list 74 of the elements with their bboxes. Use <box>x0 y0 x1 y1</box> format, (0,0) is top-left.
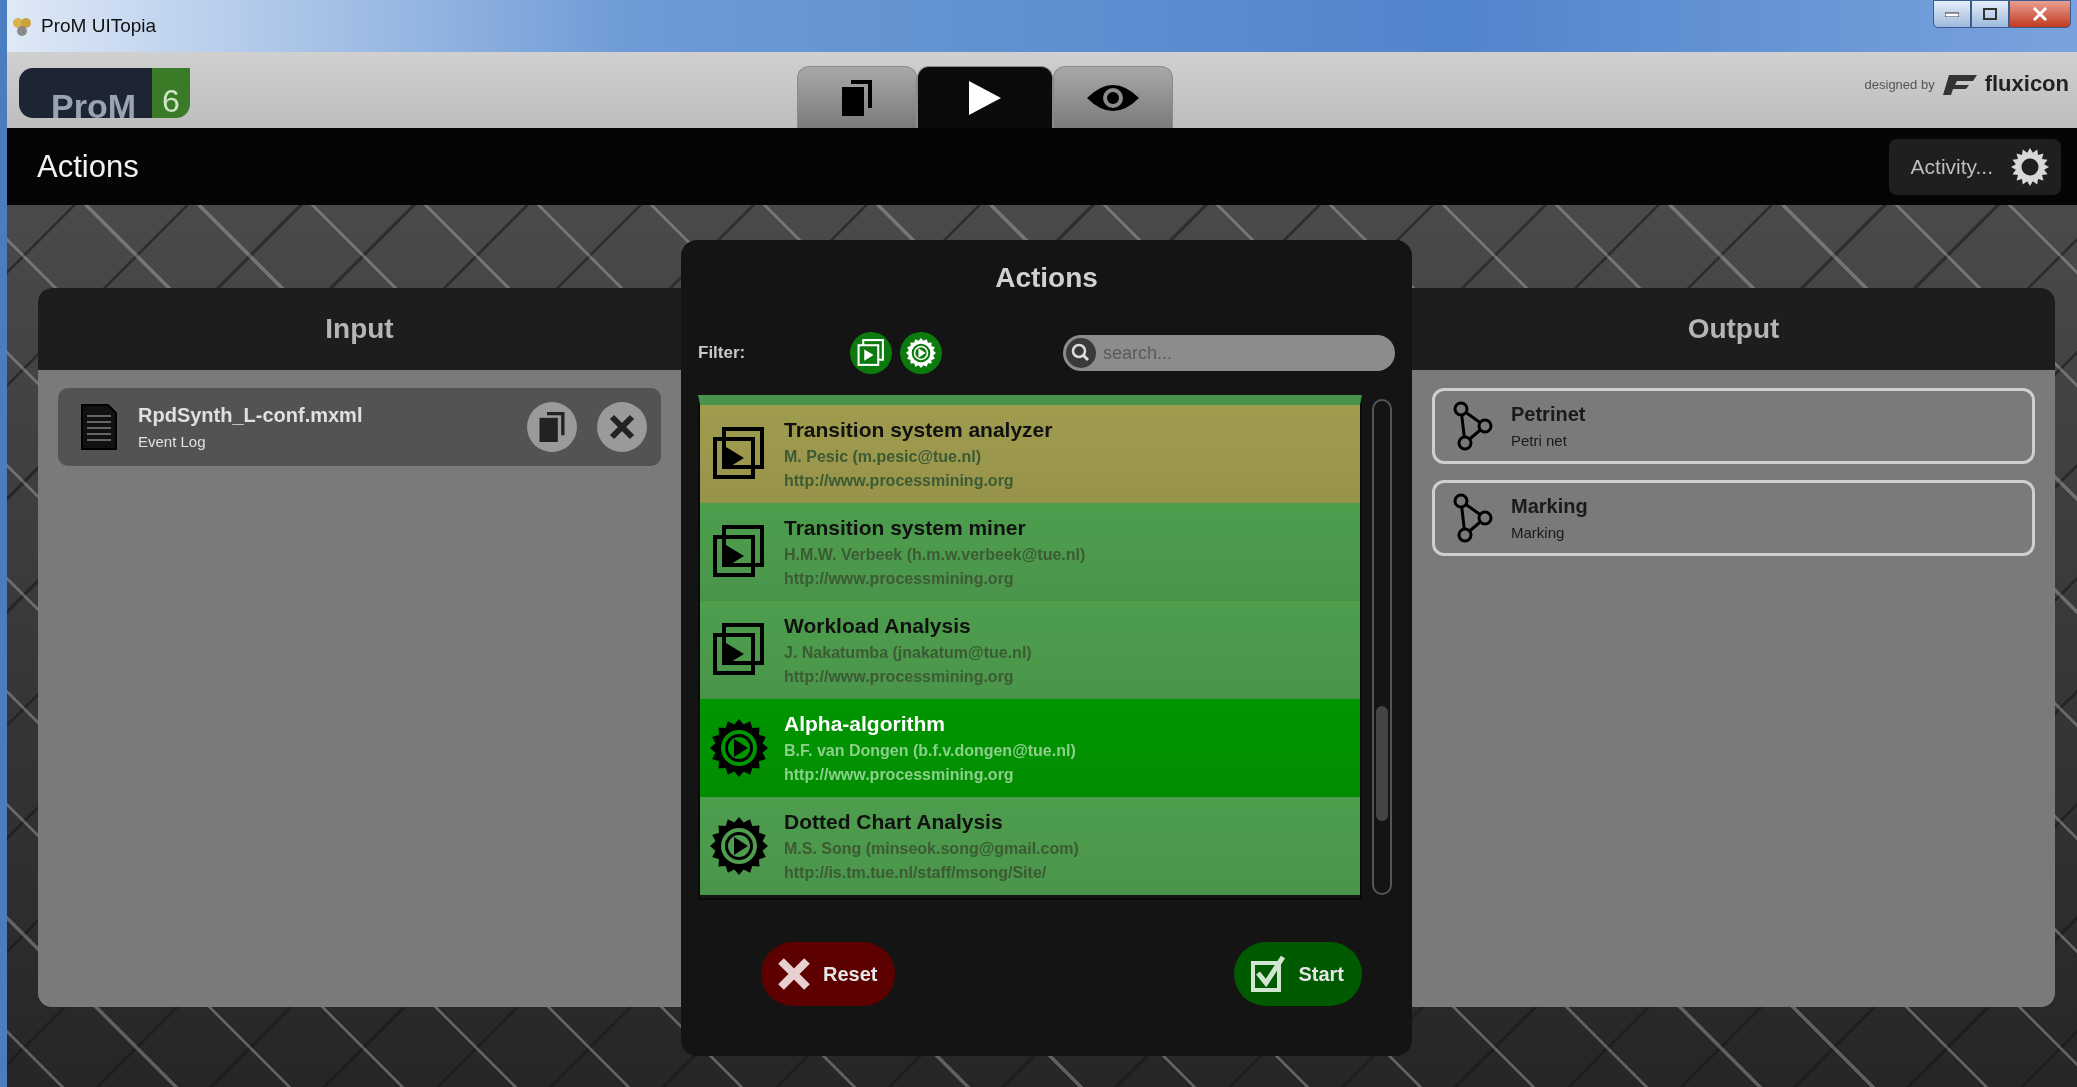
action-author: B.F. van Dongen (b.f.v.dongen@tue.nl) <box>784 741 1076 760</box>
action-row[interactable]: Transition system analyzer M. Pesic (m.pesic@tue.nl) http://www.processmining.org <box>700 405 1360 503</box>
logo-name: ProM <box>19 68 152 118</box>
item-name: RpdSynth_L-conf.mxml <box>138 404 364 427</box>
close-button[interactable] <box>2009 0 2071 28</box>
close-icon <box>609 414 635 440</box>
view-tab[interactable] <box>1052 66 1173 128</box>
start-button[interactable]: Start <box>1234 942 1362 1006</box>
scroll-thumb[interactable] <box>1376 706 1388 821</box>
action-url: http://www.processmining.org <box>784 471 1015 490</box>
item-type: Petri net <box>1511 432 1568 449</box>
action-name: Alpha-algorithm <box>784 711 946 736</box>
maximize-button[interactable] <box>1971 0 2009 28</box>
item-name: Marking <box>1511 495 1589 518</box>
scrollbar[interactable] <box>1372 399 1392 895</box>
logo-version: 6 <box>152 68 190 118</box>
checkbox-icon <box>1250 955 1287 993</box>
document-icon <box>80 403 118 451</box>
item-type: Event Log <box>138 433 207 450</box>
input-item[interactable]: RpdSynth_L-conf.mxml Event Log <box>58 388 661 466</box>
search-icon <box>1065 337 1097 369</box>
stack-play-icon <box>856 338 886 368</box>
window-title: ProM UITopia <box>41 15 158 37</box>
wing-icon <box>1942 73 1977 95</box>
action-row[interactable]: Workload Analysis J. Nakatumba (jnakatum@tue.nl) http://www.processmining.org <box>700 601 1360 699</box>
action-row[interactable]: Alpha-algorithm B.F. van Dongen (b.f.v.dongen@tue.nl) http://www.processmining.org <box>700 699 1360 797</box>
gear-play-icon <box>906 338 936 368</box>
action-url: http://is.tm.tue.nl/staff/msong/Site/ <box>784 863 1048 882</box>
panel-title: Input <box>38 288 681 370</box>
action-author: H.M.W. Verbeek (h.m.w.verbeek@tue.nl) <box>784 545 1086 564</box>
triangle-graph-icon <box>1453 493 1493 543</box>
minimize-icon <box>1945 11 1959 17</box>
filter-label: Filter: <box>698 343 747 363</box>
action-author: M.S. Song (minseok.song@gmail.com) <box>784 839 1079 858</box>
action-author: M. Pesic (m.pesic@tue.nl) <box>784 447 982 466</box>
page-title: Actions <box>37 148 140 185</box>
dialog-title: Actions <box>994 262 1099 294</box>
brand-name: fluxicon <box>1984 71 2069 97</box>
gear-play-icon <box>710 816 768 875</box>
credit-text: designed by <box>1864 76 1935 92</box>
view-tab[interactable] <box>916 66 1053 128</box>
copy-button[interactable] <box>527 402 577 452</box>
output-item[interactable]: Petrinet Petri net <box>1432 388 2035 464</box>
item-name: Petrinet <box>1511 403 1587 426</box>
minimize-button[interactable] <box>1933 0 1971 28</box>
action-url: http://www.processmining.org <box>784 765 1015 784</box>
action-name: Workload Analysis <box>784 613 972 638</box>
action-url: http://www.processmining.org <box>784 569 1015 588</box>
triangle-graph-icon <box>1453 401 1493 451</box>
maximize-icon <box>1983 8 1997 20</box>
documents-icon <box>539 412 565 442</box>
panel-title: Output <box>1412 288 2055 370</box>
action-row[interactable]: Transition system miner H.M.W. Verbeek (h.m.w.verbeek@tue.nl) http://www.processmining.org <box>700 503 1360 601</box>
gear-play-icon <box>710 718 768 777</box>
settings-icon <box>2011 147 2049 186</box>
close-icon <box>777 957 811 991</box>
action-name: Dotted Chart Analysis <box>784 809 1004 834</box>
action-row[interactable]: Dotted Chart Analysis M.S. Song (minseok.song@gmail.com) http://is.tm.tue.nl/staff/msong/Site/ <box>700 797 1360 895</box>
action-url: http://www.processmining.org <box>784 667 1015 686</box>
action-author: J. Nakatumba (jnakatum@tue.nl) <box>784 643 1032 662</box>
reset-button[interactable]: Reset <box>761 942 896 1006</box>
view-tab[interactable] <box>796 66 917 128</box>
remove-button[interactable] <box>597 402 647 452</box>
app-icon <box>11 15 33 37</box>
close-icon <box>2032 7 2048 21</box>
documents-icon <box>841 79 872 116</box>
activity-button[interactable]: Activity... <box>1888 138 2061 195</box>
action-name: Transition system analyzer <box>784 417 1053 442</box>
filter-toggle[interactable] <box>900 332 942 374</box>
play-icon <box>968 80 1001 115</box>
action-name: Transition system miner <box>784 515 1027 540</box>
filter-toggle[interactable] <box>850 332 892 374</box>
item-type: Marking <box>1511 524 1566 541</box>
output-item[interactable]: Marking Marking <box>1432 480 2035 556</box>
